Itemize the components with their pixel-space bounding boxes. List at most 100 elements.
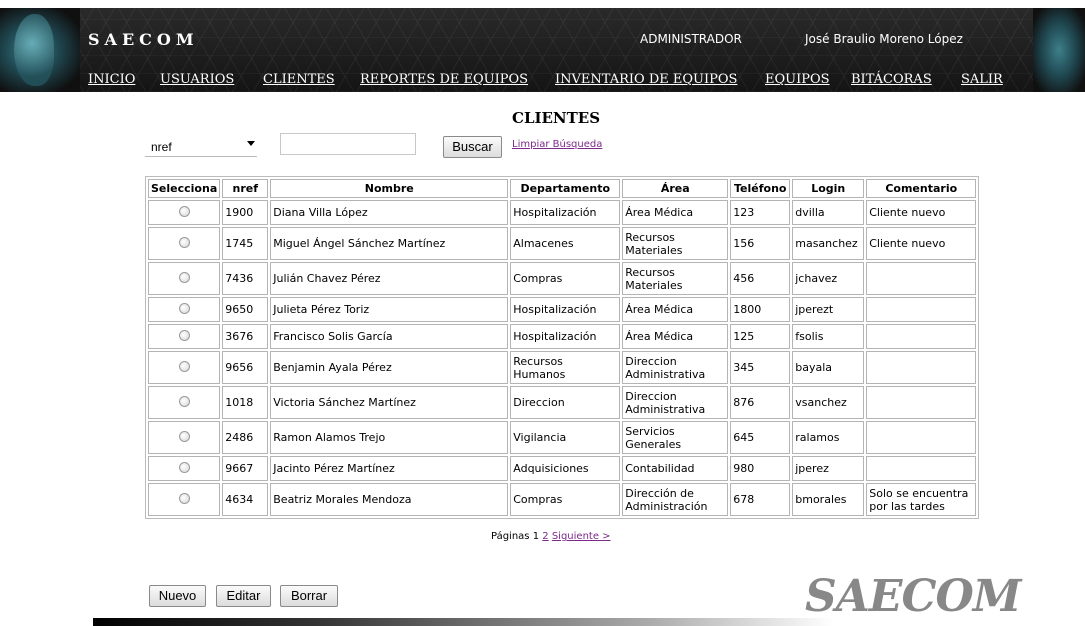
footer-gradient-bar: [93, 618, 833, 626]
row-select-radio[interactable]: [178, 302, 190, 314]
cell-comentario: [866, 324, 977, 349]
nav-equipos[interactable]: EQUIPOS: [765, 72, 830, 87]
search-field-select[interactable]: nref: [145, 136, 257, 157]
cell-comentario: [866, 262, 977, 295]
nav-inventario-de-equipos[interactable]: INVENTARIO DE EQUIPOS: [555, 72, 737, 87]
row-select-radio[interactable]: [178, 461, 190, 473]
cell-nref: 9667: [222, 456, 269, 481]
nav-clientes[interactable]: CLIENTES: [263, 72, 335, 87]
clients-table: Selecciona nref Nombre Departamento Área…: [145, 176, 980, 519]
cell-nombre: Julieta Pérez Toriz: [270, 297, 509, 322]
cell-nref: 9650: [222, 297, 269, 322]
row-select-radio[interactable]: [178, 271, 190, 283]
nav-inicio[interactable]: INICIO: [88, 72, 135, 87]
cell-area: Recursos Materiales: [622, 227, 729, 260]
nav-reportes-de-equipos[interactable]: REPORTES DE EQUIPOS: [360, 72, 528, 87]
cell-nref: 3676: [222, 324, 269, 349]
user-role: ADMINISTRADOR: [640, 32, 742, 46]
cell-nref: 2486: [222, 421, 269, 454]
cell-nref: 1900: [222, 200, 269, 225]
search-input[interactable]: [280, 133, 416, 155]
cell-area: Servicios Generales: [622, 421, 729, 454]
cell-departamento: Hospitalización: [510, 324, 621, 349]
cell-telefono: 123: [730, 200, 791, 225]
cell-login: jperez: [792, 456, 865, 481]
user-name: José Braulio Moreno López: [805, 32, 963, 46]
cell-comentario: [866, 421, 977, 454]
row-select-radio[interactable]: [178, 205, 190, 217]
cell-telefono: 456: [730, 262, 791, 295]
table-row: 9650 Julieta Pérez Toriz Hospitalización…: [148, 297, 977, 322]
cell-login: dvilla: [792, 200, 865, 225]
page-title: CLIENTES: [512, 109, 601, 127]
header: SAECOM ADMINISTRADOR José Braulio Moreno…: [0, 0, 1085, 100]
header-selecciona: Selecciona: [148, 179, 221, 198]
cell-nombre: Benjamin Ayala Pérez: [270, 351, 509, 384]
pagination-page-2[interactable]: 2: [542, 531, 548, 542]
footer-logo: SAECOM: [805, 571, 1022, 622]
header-nref: nref: [222, 179, 269, 198]
cell-departamento: Compras: [510, 483, 621, 516]
row-select-radio[interactable]: [178, 329, 190, 341]
cell-departamento: Recursos Humanos: [510, 351, 621, 384]
header-departamento: Departamento: [510, 179, 621, 198]
row-select-radio[interactable]: [178, 236, 190, 248]
table-row: 1745 Miguel Ángel Sánchez Martínez Almac…: [148, 227, 977, 260]
table-row: 4634 Beatriz Morales Mendoza Compras Dir…: [148, 483, 977, 516]
new-button[interactable]: Nuevo: [149, 585, 206, 607]
search-button[interactable]: Buscar: [443, 136, 502, 158]
cell-departamento: Adquisiciones: [510, 456, 621, 481]
cell-area: Direccion Administrativa: [622, 386, 729, 419]
cell-login: jperezt: [792, 297, 865, 322]
cell-comentario: Cliente nuevo: [866, 227, 977, 260]
row-select-radio[interactable]: [178, 360, 190, 372]
cell-nref: 9656: [222, 351, 269, 384]
select-cell: [148, 483, 221, 516]
cell-departamento: Vigilancia: [510, 421, 621, 454]
cell-nombre: Diana Villa López: [270, 200, 509, 225]
banner-left-image: [0, 8, 80, 92]
nav-usuarios[interactable]: USUARIOS: [160, 72, 234, 87]
cell-telefono: 156: [730, 227, 791, 260]
row-select-radio[interactable]: [178, 492, 190, 504]
cell-area: Área Médica: [622, 200, 729, 225]
cell-nref: 1018: [222, 386, 269, 419]
pagination-next[interactable]: Siguiente >: [552, 531, 611, 542]
header-telefono: Teléfono: [730, 179, 791, 198]
search-field-selected: nref: [151, 140, 172, 154]
cell-login: jchavez: [792, 262, 865, 295]
row-select-radio[interactable]: [178, 395, 190, 407]
cell-login: vsanchez: [792, 386, 865, 419]
delete-button[interactable]: Borrar: [280, 585, 338, 607]
table-row: 1900 Diana Villa López Hospitalización Á…: [148, 200, 977, 225]
cell-telefono: 678: [730, 483, 791, 516]
pagination-current: 1: [532, 531, 540, 542]
header-area: Área: [622, 179, 729, 198]
cell-comentario: Cliente nuevo: [866, 200, 977, 225]
cell-login: fsolis: [792, 324, 865, 349]
cell-nref: 7436: [222, 262, 269, 295]
cell-departamento: Hospitalización: [510, 297, 621, 322]
cell-nombre: Francisco Solis García: [270, 324, 509, 349]
cell-telefono: 1800: [730, 297, 791, 322]
pagination-label: Páginas: [491, 531, 530, 542]
cell-nombre: Victoria Sánchez Martínez: [270, 386, 509, 419]
select-cell: [148, 351, 221, 384]
cell-area: Área Médica: [622, 324, 729, 349]
select-cell: [148, 262, 221, 295]
cell-departamento: Hospitalización: [510, 200, 621, 225]
cell-telefono: 345: [730, 351, 791, 384]
cell-area: Área Médica: [622, 297, 729, 322]
cell-telefono: 980: [730, 456, 791, 481]
clear-search-link[interactable]: Limpiar Búsqueda: [512, 139, 602, 150]
cell-nombre: Jacinto Pérez Martínez: [270, 456, 509, 481]
brand-title: SAECOM: [88, 30, 199, 49]
nav-salir[interactable]: SALIR: [961, 72, 1003, 87]
cell-comentario: [866, 456, 977, 481]
table-row: 7436 Julián Chavez Pérez Compras Recurso…: [148, 262, 977, 295]
row-select-radio[interactable]: [178, 430, 190, 442]
edit-button[interactable]: Editar: [216, 585, 271, 607]
nav-bitacoras[interactable]: BITÁCORAS: [851, 72, 932, 87]
cell-login: bayala: [792, 351, 865, 384]
cell-nombre: Beatriz Morales Mendoza: [270, 483, 509, 516]
